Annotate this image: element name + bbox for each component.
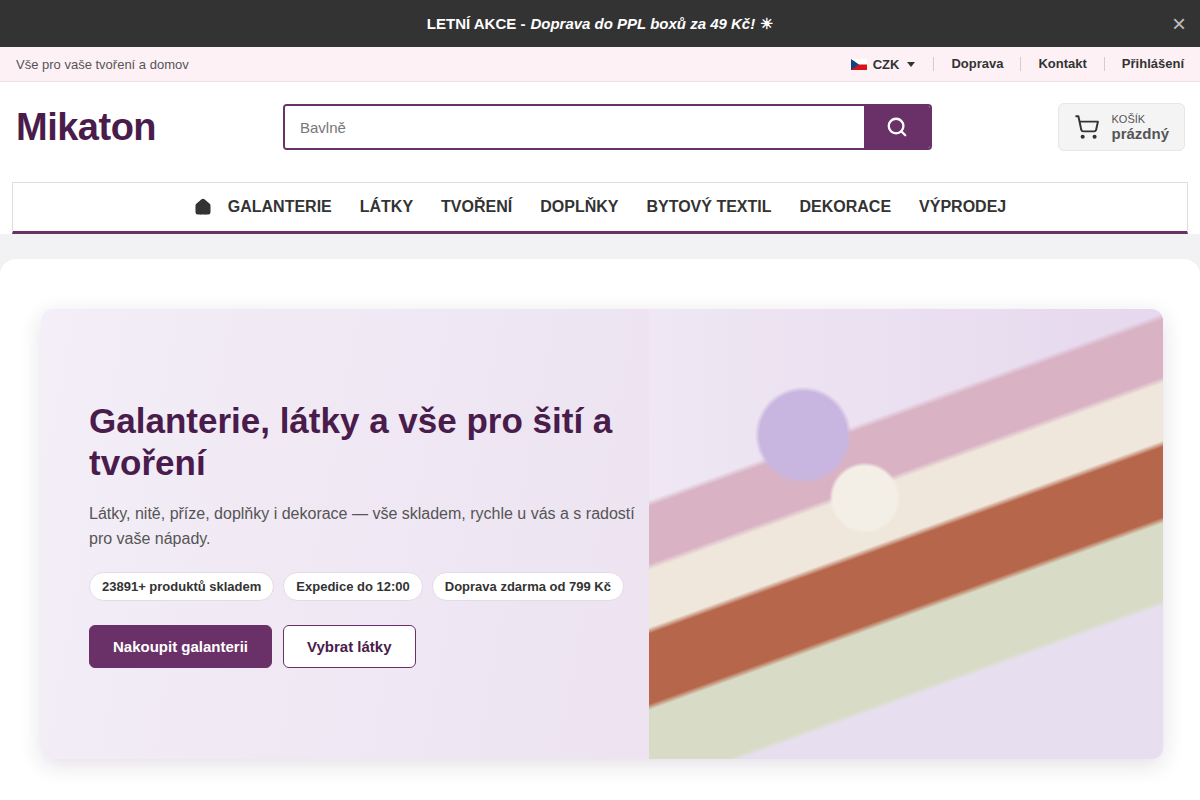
hero-lead: Látky, nitě, příze, doplňky i dekorace —… [89, 501, 649, 551]
nav-item[interactable]: TVOŘENÍ [441, 198, 512, 216]
secondary-button[interactable]: Vybrat látky [283, 625, 416, 668]
main: Galanterie, látky a vše pro šití a tvoře… [0, 234, 1200, 800]
main-nav: GALANTERIE LÁTKY TVOŘENÍ DOPLŇKY BYTOVÝ TEXT… [12, 182, 1188, 234]
tagline: Vše pro vaše tvoření a domov [16, 57, 189, 72]
top-link[interactable]: Kontakt [1020, 57, 1103, 71]
top-links: CZKDopravaKontaktPřihlášení [851, 57, 1184, 72]
search-icon [886, 116, 908, 138]
nav-item[interactable]: VÝPRODEJ [919, 198, 1006, 216]
top-link[interactable]: Doprava [933, 57, 1020, 71]
cart[interactable]: KOŠÍKprázdný [1058, 103, 1185, 151]
hero-text: Galanterie, látky a vše pro šití a tvoře… [41, 309, 649, 759]
announcement-bar: LETNÍ AKCE -Doprava do PPL boxů za 49 Kč… [0, 0, 1200, 47]
nav-item[interactable]: DOPLŇKY [540, 198, 618, 216]
hero-image [649, 309, 1163, 759]
page: LETNÍ AKCE -Doprava do PPL boxů za 49 Kč… [0, 0, 1200, 800]
home-icon [194, 198, 212, 216]
caret-icon [907, 62, 915, 67]
logo[interactable]: Mikaton [16, 106, 283, 149]
nav-item[interactable]: BYTOVÝ TEXTIL [646, 198, 771, 216]
currency-select[interactable]: CZK [851, 57, 934, 72]
hero-badge: 23891+ produktů skladem [89, 572, 274, 601]
czech-flag-icon [851, 59, 867, 70]
cart-icon [1074, 114, 1100, 140]
search-input[interactable] [285, 106, 864, 148]
cart-status: prázdný [1111, 125, 1169, 142]
primary-button[interactable]: Nakoupit galanterii [89, 625, 272, 668]
hero-badge: Expedice do 12:00 [283, 572, 422, 601]
content-panel: Galanterie, látky a vše pro šití a tvoře… [0, 259, 1200, 800]
top-bar: Vše pro vaše tvoření a domov CZKDopravaKo… [0, 47, 1200, 82]
announcement-text: LETNÍ AKCE -Doprava do PPL boxů za 49 Kč… [427, 15, 773, 33]
cart-label: KOŠÍK [1111, 113, 1169, 125]
nav-item[interactable]: LÁTKY [360, 198, 413, 216]
search-box [283, 104, 932, 150]
sun-icon: ☀ [760, 15, 773, 33]
top-link[interactable]: Přihlášení [1104, 57, 1184, 71]
nav-item[interactable]: DEKORACE [800, 198, 892, 216]
hero-badges: 23891+ produktů skladem Expedice do 12:00… [89, 572, 649, 601]
hero-badge: Doprava zdarma od 799 Kč [432, 572, 624, 601]
hero: Galanterie, látky a vše pro šití a tvoře… [41, 309, 1163, 759]
nav-item[interactable]: GALANTERIE [228, 198, 332, 216]
hero-title: Galanterie, látky a vše pro šití a tvoře… [89, 400, 649, 483]
header: Mikaton KOŠÍKprázdný [0, 82, 1200, 182]
search-button[interactable] [864, 106, 930, 148]
home-link[interactable] [194, 198, 212, 216]
close-button[interactable]: × [1170, 12, 1188, 36]
hero-buttons: Nakoupit galanterii Vybrat látky [89, 625, 649, 668]
